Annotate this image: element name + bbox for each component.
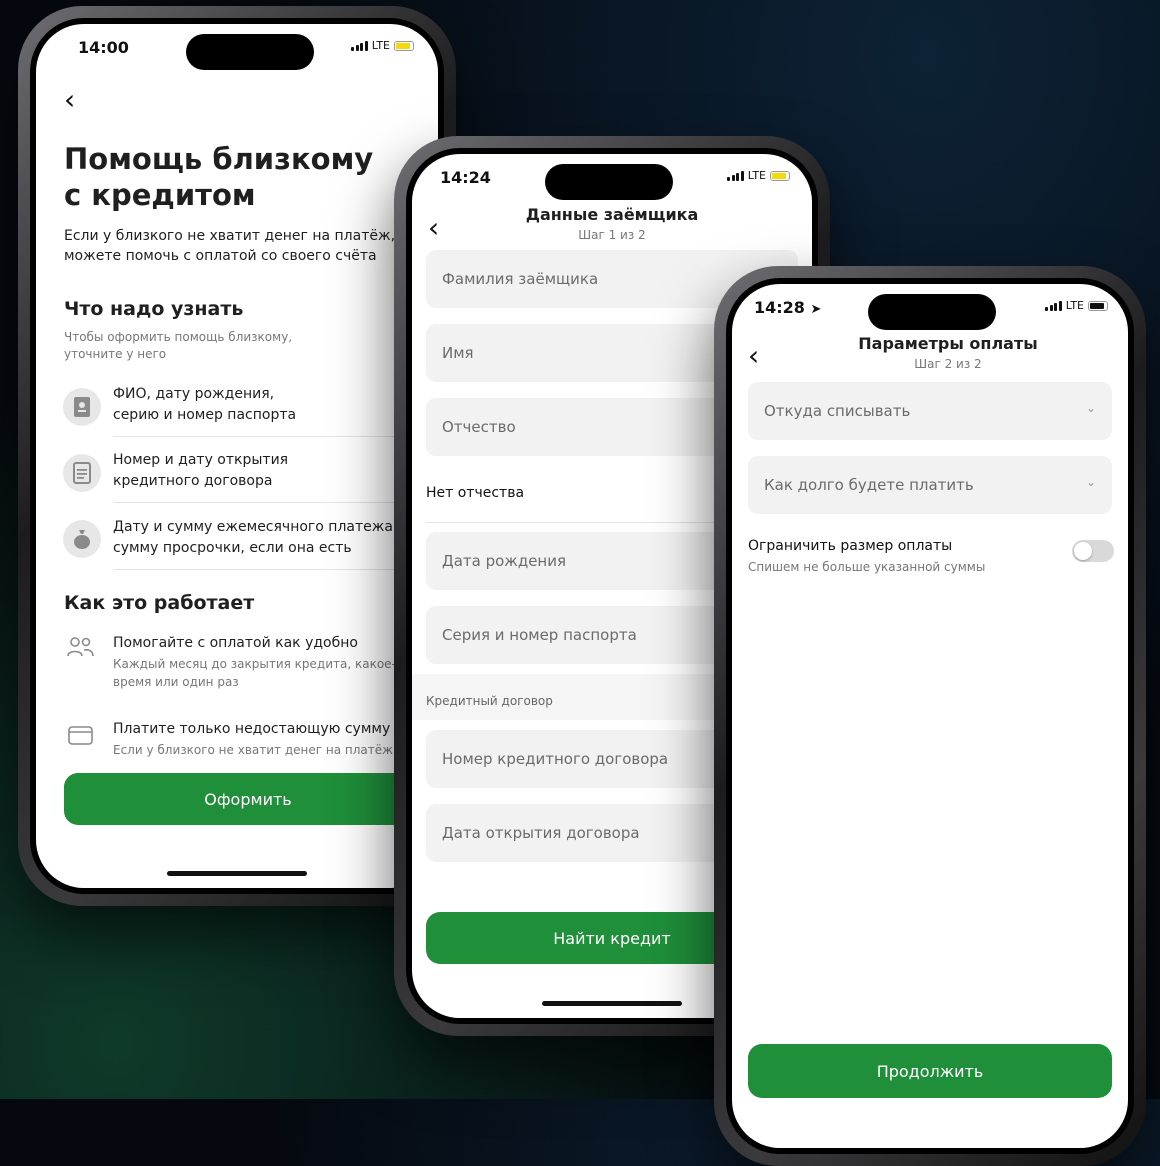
need-item-3-line1: Дату и сумму ежемесячного платежа и: [113, 519, 407, 535]
network-label: LTE: [1065, 299, 1084, 312]
toggle-knob: [1074, 542, 1092, 560]
home-indicator: [167, 871, 307, 876]
divider: [113, 569, 438, 570]
how-item-2-title: Платите только недостающую сумму: [113, 721, 391, 737]
money-bag-icon: [63, 520, 101, 558]
page-title-line1: Помощь близкому: [64, 142, 374, 176]
phone-bezel: 14:00 LTE ‹ Помощь близкому с кредитом Е…: [30, 18, 444, 894]
section-title-how-it-works: Как это работает: [64, 592, 255, 614]
screen-payment-params: 14:28 ➤ LTE ‹ Параметры оплаты Шаг 2 из …: [732, 284, 1128, 1148]
location-arrow-icon: ➤: [810, 302, 822, 317]
intro-text-line2: можете помочь с оплатой со своего счёта: [64, 248, 377, 264]
people-icon: [66, 636, 94, 664]
how-item-2-desc-line1: Если у близкого не хватит денег на платё…: [113, 743, 397, 757]
no-patronymic-option[interactable]: Нет отчества: [426, 485, 524, 501]
network-label: LTE: [747, 169, 766, 182]
step-indicator: Шаг 1 из 2: [578, 228, 646, 242]
status-bar-right: LTE: [1045, 299, 1108, 312]
network-label: LTE: [371, 39, 390, 52]
battery-level: [772, 172, 787, 179]
submit-button[interactable]: Оформить: [64, 773, 432, 825]
signal-icon: [351, 40, 368, 51]
document-icon: [63, 454, 101, 492]
status-bar-right: LTE: [351, 39, 414, 52]
status-bar-right: LTE: [727, 169, 790, 182]
how-item-1-title: Помогайте с оплатой как удобно: [113, 635, 358, 651]
section-subtitle-line2: уточните у него: [64, 347, 167, 361]
status-time-text: 14:28: [754, 298, 805, 317]
limit-toggle[interactable]: [1072, 540, 1114, 562]
credit-section-label: Кредитный договор: [426, 694, 553, 708]
limit-toggle-desc: Спишем не больше указанной суммы: [748, 560, 986, 574]
limit-toggle-label: Ограничить размер оплаты: [748, 538, 953, 554]
dynamic-island: [545, 164, 673, 200]
debit-source-label: Откуда списывать: [764, 402, 911, 420]
step-indicator: Шаг 2 из 2: [914, 357, 982, 371]
debit-source-select[interactable]: Откуда списывать ⌄: [748, 382, 1112, 440]
section-subtitle-line1: Чтобы оформить помощь близкому,: [64, 330, 293, 344]
how-item-1-desc-line2: время или один раз: [113, 675, 239, 689]
divider: [113, 502, 438, 503]
continue-button[interactable]: Продолжить: [748, 1044, 1112, 1098]
battery-level: [396, 42, 411, 49]
battery-icon: [1088, 300, 1108, 311]
chevron-down-icon: ⌄: [1085, 475, 1096, 489]
dynamic-island: [186, 34, 314, 70]
page-title-line2: с кредитом: [64, 178, 256, 212]
need-item-1-line1: ФИО, дату рождения,: [113, 386, 275, 402]
phone-mockup-3: 14:28 ➤ LTE ‹ Параметры оплаты Шаг 2 из …: [714, 266, 1146, 1166]
page-title: Параметры оплаты: [858, 334, 1038, 353]
divider: [113, 436, 438, 437]
battery-icon: [770, 170, 790, 181]
status-time: 14:24: [440, 168, 491, 187]
need-item-3-line2: сумму просрочки, если она есть: [113, 540, 352, 556]
dynamic-island: [868, 294, 996, 330]
passport-icon: [63, 388, 101, 426]
back-button[interactable]: ‹: [64, 86, 75, 114]
section-title-what-to-know: Что надо узнать: [64, 298, 244, 320]
status-time: 14:00: [78, 38, 129, 57]
status-time: 14:28 ➤: [754, 298, 821, 317]
page-title: Данные заёмщика: [525, 205, 699, 224]
how-item-1-desc-line1: Каждый месяц до закрытия кредита, какое-…: [113, 657, 411, 671]
payment-duration-label: Как долго будете платить: [764, 476, 974, 494]
wallet-icon: [68, 724, 94, 750]
signal-icon: [727, 170, 744, 181]
home-indicator: [542, 1001, 682, 1006]
payment-duration-select[interactable]: Как долго будете платить ⌄: [748, 456, 1112, 514]
need-item-1-line2: серию и номер паспорта: [113, 407, 297, 423]
battery-level: [1090, 302, 1104, 309]
phone-bezel: 14:28 ➤ LTE ‹ Параметры оплаты Шаг 2 из …: [726, 278, 1134, 1154]
phone-mockup-1: 14:00 LTE ‹ Помощь близкому с кредитом Е…: [18, 6, 456, 906]
need-item-2-line2: кредитного договора: [113, 473, 273, 489]
signal-icon: [1045, 300, 1062, 311]
battery-icon: [394, 40, 414, 51]
chevron-down-icon: ⌄: [1085, 401, 1096, 415]
screen-help-intro: 14:00 LTE ‹ Помощь близкому с кредитом Е…: [36, 24, 438, 888]
intro-text-line1: Если у близкого не хватит денег на платё…: [64, 228, 419, 244]
need-item-2-line1: Номер и дату открытия: [113, 452, 289, 468]
